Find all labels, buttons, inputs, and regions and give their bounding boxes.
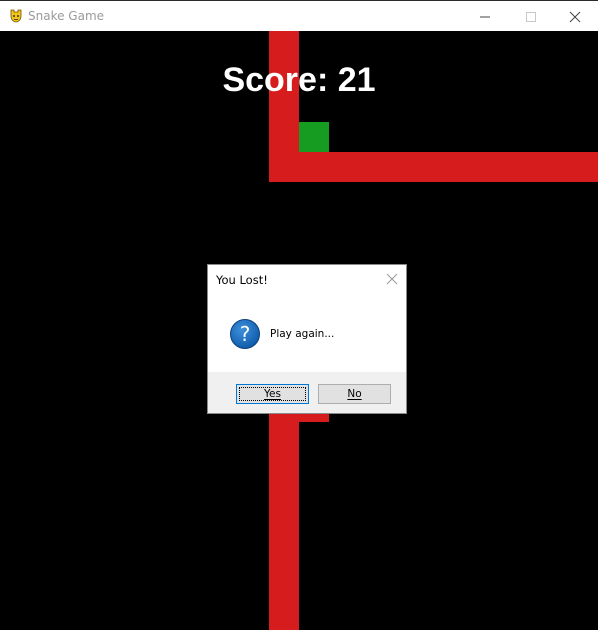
snake-segment <box>269 411 299 630</box>
minimize-button[interactable] <box>462 2 508 31</box>
no-button[interactable]: No <box>318 384 391 404</box>
maximize-icon <box>526 11 536 22</box>
maximize-button[interactable] <box>508 2 554 31</box>
title-bar[interactable]: Snake Game <box>0 0 598 31</box>
game-window: Snake Game Score: 21 You Lost! ? Play ag… <box>0 0 598 630</box>
question-icon: ? <box>229 318 261 350</box>
close-icon <box>569 11 581 22</box>
snake-segment <box>269 152 598 182</box>
minimize-icon <box>480 16 490 17</box>
dialog-button-bar: Yes No <box>208 372 406 413</box>
yes-button[interactable]: Yes <box>236 384 309 404</box>
close-icon <box>386 273 398 285</box>
dialog-close-button[interactable] <box>384 271 400 287</box>
svg-text:?: ? <box>240 322 251 346</box>
close-button[interactable] <box>552 2 598 31</box>
food-pellet <box>299 122 329 152</box>
dialog-title: You Lost! <box>216 273 268 287</box>
score-display: Score: 21 <box>222 61 376 99</box>
window-title: Snake Game <box>28 9 105 23</box>
python-app-icon <box>8 8 24 24</box>
dialog-message: Play again... <box>270 328 335 340</box>
game-over-dialog: You Lost! ? Play again... Yes No <box>207 264 407 414</box>
